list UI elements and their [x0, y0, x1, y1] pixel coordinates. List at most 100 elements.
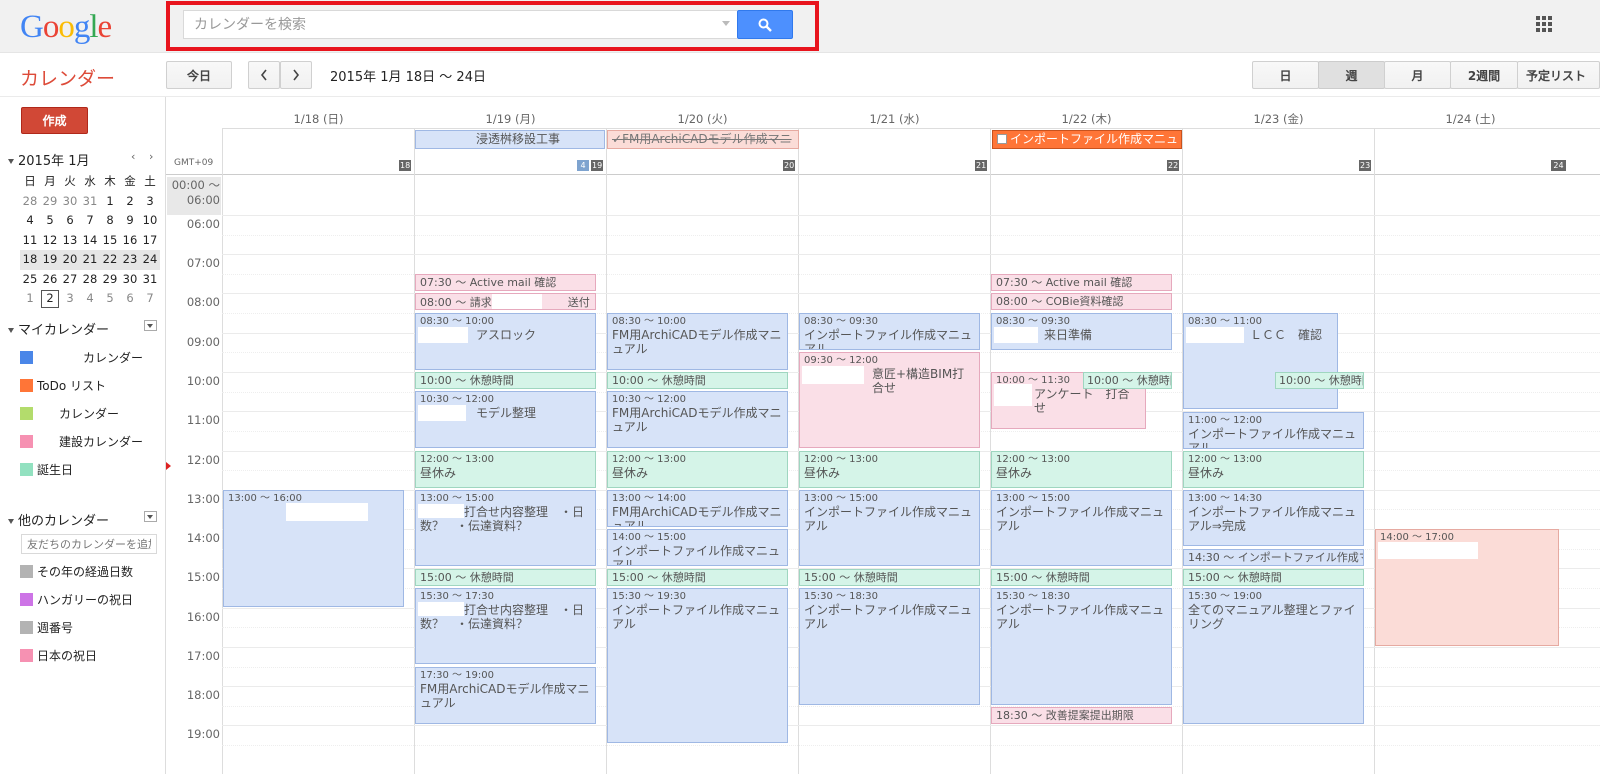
mini-day[interactable]: 11 — [20, 231, 40, 251]
todo-event[interactable]: インポートファイル作成マニュ — [992, 130, 1182, 149]
other-calendars-menu-icon[interactable] — [144, 511, 157, 522]
mini-day[interactable]: 27 — [60, 270, 80, 290]
mini-day[interactable]: 24 — [140, 250, 160, 270]
search-options-caret-icon[interactable] — [722, 21, 730, 26]
mini-day[interactable]: 7 — [80, 211, 100, 231]
calendar-event[interactable]: 15:00 ～ 休憩時間 — [991, 569, 1172, 586]
day-header[interactable]: 1/19 (月) — [414, 111, 607, 127]
apps-grid-icon[interactable] — [1536, 16, 1552, 32]
view-day-button[interactable]: 日 — [1252, 61, 1319, 89]
mini-day[interactable]: 3 — [140, 192, 160, 212]
mini-day[interactable]: 21 — [80, 250, 100, 270]
calendar-event[interactable]: 11:00 ～ 12:00 インポートファイル作成マニュアル — [1183, 412, 1364, 449]
view-2weeks-button[interactable]: 2週間 — [1450, 61, 1518, 89]
mini-day[interactable]: 1 — [100, 192, 120, 212]
calendar-event[interactable]: 14:30 ～ インポートファイル作成マ — [1183, 549, 1364, 566]
calendar-event[interactable]: 12:00 ～ 13:00 昼休み — [991, 451, 1172, 488]
allday-event[interactable]: ✓FM用ArchiCADモデル作成マニ — [607, 130, 799, 149]
mini-day[interactable]: 9 — [120, 211, 140, 231]
mini-day[interactable]: 28 — [80, 270, 100, 290]
calendar-event[interactable]: 08:00 ～ COBie資料確認 — [991, 293, 1172, 310]
calendar-event[interactable]: 15:30 ～ 18:30 インポートファイル作成マニュアル — [799, 588, 980, 705]
mini-day[interactable]: 2 — [120, 192, 140, 212]
mini-day[interactable]: 5 — [100, 289, 120, 309]
mini-day[interactable]: 8 — [100, 211, 120, 231]
calendar-item[interactable]: 誕生日 — [20, 461, 73, 478]
calendar-event[interactable]: 13:00 ～ 15:00 打合せ内容整理 ・日数？ ・伝達資料？ — [415, 490, 596, 566]
calendar-item[interactable]: カレンダー — [20, 405, 119, 422]
calendar-event[interactable]: 15:00 ～ 休憩時間 — [607, 569, 788, 586]
next-week-button[interactable] — [280, 61, 312, 89]
google-logo[interactable]: Google — [20, 8, 112, 46]
mini-day[interactable]: 30 — [60, 192, 80, 212]
calendar-item[interactable]: カレンダー — [20, 349, 143, 366]
mini-day[interactable]: 6 — [60, 211, 80, 231]
view-agenda-button[interactable]: 予定リスト — [1517, 61, 1600, 89]
mini-day[interactable]: 16 — [120, 231, 140, 251]
calendar-event[interactable]: 15:00 ～ 休憩時間 — [799, 569, 980, 586]
calendar-event[interactable]: 13:00 ～ 14:30 インポートファイル作成マニュアル⇒完成 — [1183, 490, 1364, 546]
calendar-event[interactable]: 07:30 ～ Active mail 確認 — [415, 274, 596, 291]
calendar-event[interactable]: 15:00 ～ 休憩時間 — [415, 569, 596, 586]
day-header[interactable]: 1/24 (土) — [1374, 111, 1567, 127]
other-calendars-header[interactable]: 他のカレンダー — [8, 510, 109, 529]
calendar-event[interactable]: 13:00 ～ 14:00 FM用ArchiCADモデル作成マニュアル — [607, 490, 788, 527]
calendar-event[interactable]: 10:00 ～ 休憩時間 — [415, 372, 596, 389]
calendar-event[interactable]: 15:30 ～ 18:30 インポートファイル作成マニュアル — [991, 588, 1172, 705]
mini-day[interactable]: 29 — [40, 192, 60, 212]
calendar-event[interactable]: 08:30 ～ 09:30 インポートファイル作成マニュアル — [799, 313, 980, 350]
mini-day[interactable]: 29 — [100, 270, 120, 290]
mini-day[interactable]: 14 — [80, 231, 100, 251]
create-event-button[interactable]: 作成 — [21, 107, 88, 134]
add-friend-calendar-input[interactable] — [21, 534, 157, 554]
calendar-event[interactable]: 14:00 ～ 15:00 インポートファイル作成マニュアル — [607, 529, 788, 566]
search-input[interactable] — [183, 10, 737, 39]
checkbox-icon[interactable] — [997, 134, 1007, 144]
mini-day[interactable]: 4 — [20, 211, 40, 231]
calendar-event[interactable]: 07:30 ～ Active mail 確認 — [991, 274, 1172, 291]
mini-day[interactable]: 28 — [20, 192, 40, 212]
calendar-item[interactable]: 週番号 — [20, 619, 73, 636]
mini-day-today[interactable]: 2 — [40, 289, 60, 309]
calendar-event[interactable]: 15:30 ～ 19:30 インポートファイル作成マニュアル — [607, 588, 788, 743]
allday-event[interactable]: 浸透桝移設工事 — [415, 130, 605, 149]
mini-day[interactable]: 13 — [60, 231, 80, 251]
mini-day[interactable]: 25 — [20, 270, 40, 290]
calendar-event[interactable]: 12:00 ～ 13:00 昼休み — [1183, 451, 1364, 488]
mini-day[interactable]: 20 — [60, 250, 80, 270]
day-header[interactable]: 1/21 (水) — [798, 111, 991, 127]
calendar-event[interactable]: 10:00 ～ 休憩時間 — [607, 372, 788, 389]
mini-day[interactable]: 7 — [140, 289, 160, 309]
mini-calendar-next-icon[interactable]: › — [149, 150, 153, 163]
calendar-item[interactable]: ハンガリーの祝日 — [20, 591, 133, 608]
calendar-event[interactable]: 15:30 ～ 19:00 全てのマニュアル整理とファイリング — [1183, 588, 1364, 724]
mini-day[interactable]: 4 — [80, 289, 100, 309]
today-button[interactable]: 今日 — [166, 61, 232, 89]
calendar-item[interactable]: その年の経過日数 — [20, 563, 133, 580]
calendar-item[interactable]: 日本の祝日 — [20, 647, 97, 664]
calendar-event[interactable]: 12:00 ～ 13:00 昼休み — [799, 451, 980, 488]
mini-day[interactable]: 10 — [140, 211, 160, 231]
mini-calendar-header[interactable]: 2015年 1月 — [8, 150, 90, 169]
prev-week-button[interactable] — [248, 61, 280, 89]
view-month-button[interactable]: 月 — [1384, 61, 1451, 89]
calendar-event[interactable]: 15:00 ～ 休憩時間 — [1183, 569, 1364, 586]
calendar-event[interactable]: 13:00 ～ 15:00 インポートファイル作成マニュアル — [991, 490, 1172, 566]
mini-day[interactable]: 18 — [20, 250, 40, 270]
calendar-event[interactable]: 10:00 ～ 休憩時間 — [1083, 372, 1172, 389]
calendar-event[interactable]: 13:00 ～ 15:00 インポートファイル作成マニュアル — [799, 490, 980, 566]
mini-day[interactable]: 12 — [40, 231, 60, 251]
view-week-button[interactable]: 週 — [1318, 61, 1385, 89]
calendar-event[interactable]: 10:00 ～ 休憩時間 — [1275, 372, 1364, 389]
mini-day[interactable]: 15 — [100, 231, 120, 251]
mini-day[interactable]: 31 — [80, 192, 100, 212]
mini-day[interactable]: 1 — [20, 289, 40, 309]
day-header[interactable]: 1/22 (木) — [990, 111, 1183, 127]
mini-day[interactable]: 3 — [60, 289, 80, 309]
day-header[interactable]: 1/23 (金) — [1182, 111, 1375, 127]
calendar-event[interactable]: 17:30 ～ 19:00 FM用ArchiCADモデル作成マニュアル — [415, 667, 596, 724]
calendar-event[interactable]: 10:30 ～ 12:00 FM用ArchiCADモデル作成マニュアル — [607, 391, 788, 448]
my-calendars-menu-icon[interactable] — [144, 320, 157, 331]
calendar-item[interactable]: 建設カレンダー — [20, 433, 143, 450]
calendar-event[interactable]: 12:00 ～ 13:00 昼休み — [607, 451, 788, 488]
